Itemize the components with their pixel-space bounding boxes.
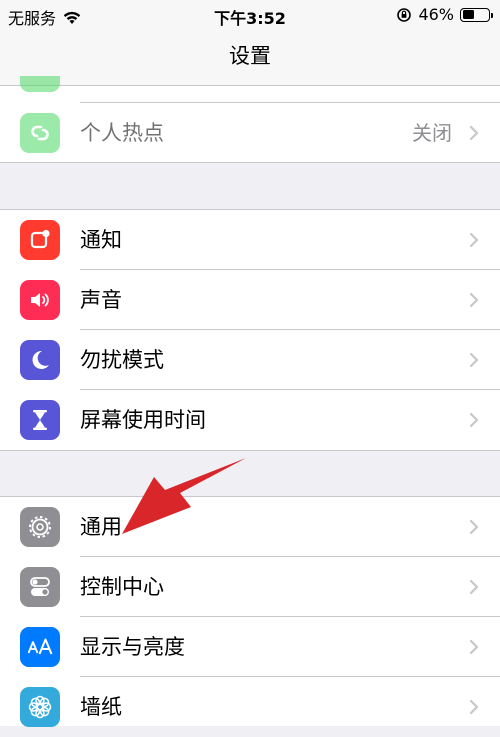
general-label: 通用 bbox=[80, 515, 122, 539]
status-right: 46% bbox=[396, 5, 493, 24]
battery-percent: 46% bbox=[418, 5, 454, 24]
chevron-right-icon bbox=[469, 412, 479, 428]
toggles-icon bbox=[20, 567, 60, 607]
moon-icon bbox=[20, 340, 60, 380]
general-group: 通用 控制中心 显示与亮度 墙纸 bbox=[0, 496, 500, 727]
battery-icon bbox=[460, 7, 493, 22]
chevron-right-icon bbox=[469, 579, 479, 595]
chevron-right-icon bbox=[469, 125, 479, 141]
page-title: 设置 bbox=[229, 44, 271, 68]
chevron-right-icon bbox=[469, 232, 479, 248]
partial-row-icon bbox=[20, 76, 60, 92]
settings-row-wallpaper[interactable]: 墙纸 bbox=[0, 677, 500, 737]
notifications-label: 通知 bbox=[80, 228, 122, 252]
settings-row-general[interactable]: 通用 bbox=[0, 497, 500, 557]
flower-icon bbox=[20, 687, 60, 727]
chevron-right-icon bbox=[469, 639, 479, 655]
notifications-group: 通知 声音 勿扰模式 屏幕使用时间 bbox=[0, 209, 500, 451]
battery-level bbox=[462, 10, 474, 19]
notifications-icon bbox=[20, 220, 60, 260]
chevron-right-icon bbox=[469, 699, 479, 715]
status-bar: 无服务 下午3:52 46% bbox=[0, 0, 500, 30]
text-size-icon bbox=[20, 627, 60, 667]
display-label: 显示与亮度 bbox=[80, 635, 185, 659]
settings-row-screen-time[interactable]: 屏幕使用时间 bbox=[0, 390, 500, 450]
hotspot-status: 关闭 bbox=[412, 121, 452, 145]
settings-row-display[interactable]: 显示与亮度 bbox=[0, 617, 500, 677]
chevron-right-icon bbox=[469, 292, 479, 308]
dnd-label: 勿扰模式 bbox=[80, 348, 164, 372]
chevron-right-icon bbox=[469, 352, 479, 368]
settings-row-notifications[interactable]: 通知 bbox=[0, 210, 500, 270]
nav-bar: 设置 bbox=[0, 30, 500, 86]
gear-icon bbox=[20, 507, 60, 547]
orientation-lock-icon bbox=[397, 7, 412, 22]
settings-row-hotspot[interactable]: 个人热点 关闭 bbox=[0, 103, 500, 163]
hotspot-icon bbox=[20, 113, 60, 153]
control-center-label: 控制中心 bbox=[80, 575, 164, 599]
settings-row-do-not-disturb[interactable]: 勿扰模式 bbox=[0, 330, 500, 390]
hotspot-label: 个人热点 bbox=[80, 121, 164, 145]
speaker-icon bbox=[20, 280, 60, 320]
connectivity-group: 个人热点 关闭 bbox=[0, 76, 500, 163]
wallpaper-label: 墙纸 bbox=[80, 695, 122, 719]
sounds-label: 声音 bbox=[80, 288, 122, 312]
settings-row-sounds[interactable]: 声音 bbox=[0, 270, 500, 330]
screen-time-label: 屏幕使用时间 bbox=[80, 408, 206, 432]
settings-row-control-center[interactable]: 控制中心 bbox=[0, 557, 500, 617]
chevron-right-icon bbox=[469, 519, 479, 535]
hourglass-icon bbox=[20, 400, 60, 440]
